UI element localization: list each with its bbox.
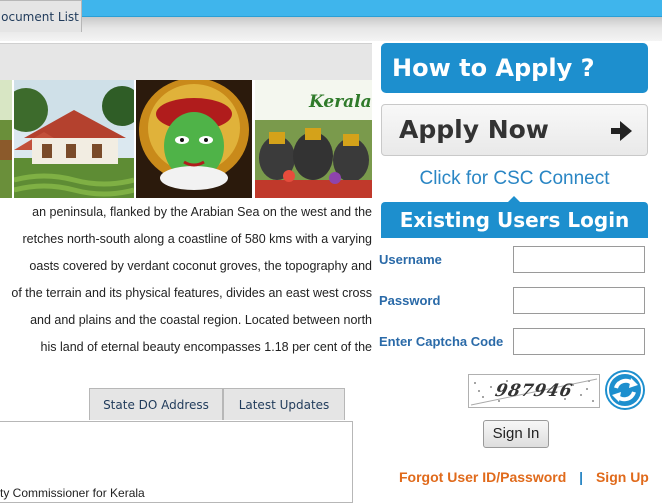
kerala-banner-label: Kerala [309,92,372,112]
links-separator: | [579,469,584,485]
captcha-label: Enter Captcha Code [379,334,504,349]
sign-up-link[interactable]: Sign Up [596,469,649,485]
article-line: and and plains and the coastal region. L… [30,313,372,327]
apply-now-label: Apply Now [399,115,549,144]
header-shadow [0,17,662,41]
sign-in-button[interactable]: Sign In [483,420,549,448]
how-to-apply-button[interactable]: How to Apply ? [381,43,648,93]
article-line: of the terrain and its physical features… [11,286,372,300]
captcha-image: 987946 [468,374,600,408]
username-input[interactable] [513,246,645,273]
article-line: retches north-south along a coastline of… [22,232,373,246]
kerala-description: an peninsula, flanked by the Arabian Sea… [0,202,372,364]
refresh-icon[interactable] [604,369,646,411]
tab-content-item[interactable]: ty Commissioner for Kerala [0,486,145,500]
tab-document-list[interactable]: ocument List [0,0,82,32]
forgot-credentials-link[interactable]: Forgot User ID/Password [399,469,566,485]
csc-connect-link[interactable]: Click for CSC Connect [381,168,648,190]
banner-image-kerala-elephants: Kerala [255,80,372,198]
login-header: Existing Users Login [381,196,648,238]
apply-now-button[interactable]: Apply Now [381,104,648,156]
tab-latest-updates[interactable]: Latest Updates [223,388,345,420]
captcha-code: 987946 [493,381,575,401]
article-line: an peninsula, flanked by the Arabian Sea… [32,205,372,219]
login-header-notch [507,196,521,203]
banner-image-cottage [14,80,134,198]
banner-image-partial [0,80,12,198]
article-line: his land of eternal beauty encompasses 1… [40,340,372,354]
captcha-input[interactable] [513,328,645,355]
username-label: Username [379,252,442,267]
tab-state-do-address[interactable]: State DO Address [89,388,223,420]
login-title: Existing Users Login [399,208,630,232]
password-input[interactable] [513,287,645,314]
tab-content-panel: ty Commissioner for Kerala [0,421,353,503]
article-line: oasts covered by verdant coconut groves,… [29,259,372,273]
content-header-strip [0,43,372,80]
banner-image-kathakali [136,80,252,198]
auth-links: Forgot User ID/Password | Sign Up [399,469,649,485]
password-label: Password [379,293,441,308]
top-accent-bar [0,0,662,17]
arrow-right-icon [611,121,632,141]
